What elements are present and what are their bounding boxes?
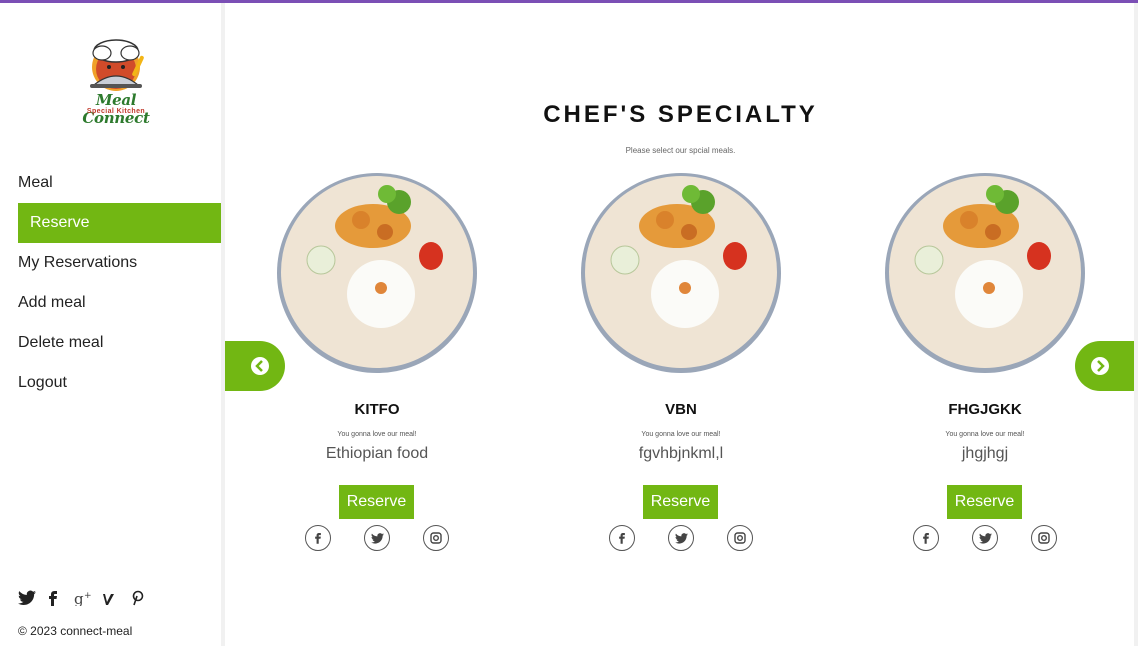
meal-image bbox=[581, 173, 781, 373]
nav-item-add-meal[interactable]: Add meal bbox=[18, 283, 221, 323]
nav-item-reserve[interactable]: Reserve bbox=[18, 203, 221, 243]
google-plus-icon[interactable]: g + bbox=[74, 590, 102, 610]
meal-tagline: You gonna love our meal! bbox=[641, 431, 721, 438]
chef-logo-icon bbox=[90, 39, 144, 91]
reserve-button[interactable]: Reserve bbox=[643, 485, 718, 519]
facebook-icon[interactable] bbox=[609, 525, 635, 551]
meal-tagline: You gonna love our meal! bbox=[337, 431, 417, 438]
page-title: CHEF'S SPECIALTY bbox=[543, 101, 818, 128]
social-links: g + bbox=[18, 590, 158, 610]
meal-description: fgvhbjnkml,l bbox=[638, 445, 724, 462]
meal-tagline: You gonna love our meal! bbox=[945, 431, 1025, 438]
nav-item-delete-meal[interactable]: Delete meal bbox=[18, 323, 221, 363]
meal-name: FHGJGKK bbox=[948, 401, 1022, 418]
facebook-icon[interactable] bbox=[305, 525, 331, 551]
twitter-icon[interactable] bbox=[18, 590, 46, 610]
nav-item-logout[interactable]: Logout bbox=[18, 363, 221, 403]
pinterest-icon[interactable] bbox=[130, 590, 158, 610]
nav-item-meal[interactable]: Meal bbox=[18, 163, 221, 203]
page-scrollbar[interactable] bbox=[1134, 3, 1138, 646]
reserve-button[interactable]: Reserve bbox=[339, 485, 414, 519]
card-social-links bbox=[305, 525, 449, 551]
meal-image bbox=[885, 173, 1085, 373]
meal-name: KITFO bbox=[354, 401, 400, 418]
chevron-right-icon bbox=[1091, 357, 1109, 375]
brand-subtitle: Special Kitchen bbox=[86, 108, 146, 115]
instagram-icon[interactable] bbox=[727, 525, 753, 551]
meal-image bbox=[277, 173, 477, 373]
instagram-icon[interactable] bbox=[423, 525, 449, 551]
carousel-prev-button[interactable] bbox=[225, 341, 285, 391]
chevron-left-icon bbox=[251, 357, 269, 375]
carousel-next-button[interactable] bbox=[1075, 341, 1135, 391]
brand-logo[interactable]: Meal Connect Special Kitchen bbox=[64, 37, 168, 127]
instagram-icon[interactable] bbox=[1031, 525, 1057, 551]
twitter-icon[interactable] bbox=[972, 525, 998, 551]
sidebar-nav: Meal Reserve My Reservations Add meal De… bbox=[18, 163, 221, 403]
card-social-links bbox=[609, 525, 753, 551]
meal-name: VBN bbox=[665, 401, 697, 418]
reserve-button[interactable]: Reserve bbox=[947, 485, 1022, 519]
nav-item-my-reservations[interactable]: My Reservations bbox=[18, 243, 221, 283]
meal-description: Ethiopian food bbox=[325, 445, 429, 462]
twitter-icon[interactable] bbox=[364, 525, 390, 551]
sidebar: Meal Connect Special Kitchen Meal Reserv… bbox=[0, 3, 225, 646]
twitter-icon[interactable] bbox=[668, 525, 694, 551]
svg-text:g: g bbox=[74, 590, 84, 606]
facebook-icon[interactable] bbox=[46, 590, 74, 610]
vimeo-icon[interactable] bbox=[102, 590, 130, 610]
page-subtitle: Please select our spcial meals. bbox=[625, 146, 736, 155]
svg-text:+: + bbox=[84, 591, 92, 601]
main-content: CHEF'S SPECIALTY Please select our spcia… bbox=[225, 3, 1138, 646]
meal-description: jhgjhgj bbox=[961, 445, 1009, 462]
facebook-icon[interactable] bbox=[913, 525, 939, 551]
copyright-text: © 2023 connect-meal bbox=[18, 624, 133, 638]
card-social-links bbox=[913, 525, 1057, 551]
